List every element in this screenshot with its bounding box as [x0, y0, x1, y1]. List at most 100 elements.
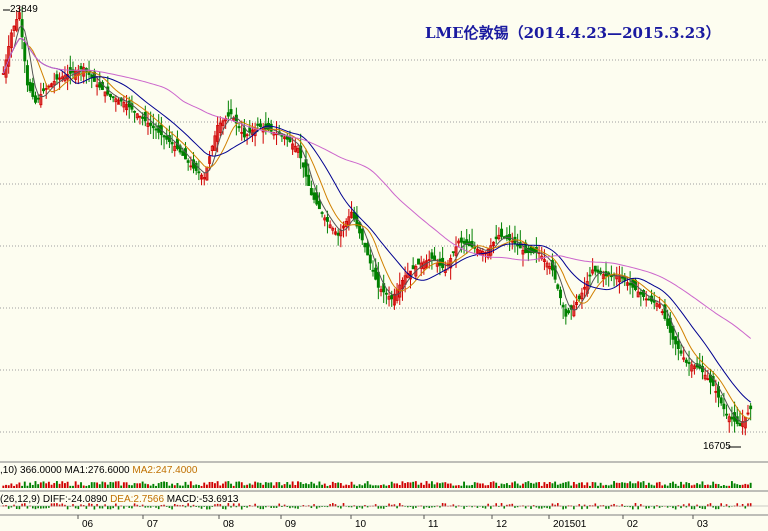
candle-body: [98, 82, 102, 88]
volume-bar: [439, 483, 441, 488]
volume-legend: ,10) 366.0000 MA1:276.6000 MA2:247.4000: [0, 465, 197, 476]
volume-bar: [653, 485, 656, 488]
volume-bar: [152, 483, 155, 488]
candle-body: [197, 171, 201, 174]
volume-bar: [114, 481, 117, 488]
candle-body: [79, 65, 83, 70]
volume-bar: [347, 485, 350, 488]
volume-bar: [484, 485, 487, 488]
volume-bar: [500, 483, 503, 488]
volume-bar: [37, 484, 40, 488]
candle-body: [229, 109, 233, 115]
macd-bar: [310, 506, 313, 509]
candle-body: [133, 110, 137, 113]
ma20-line: [2, 37, 752, 403]
macd-bar: [34, 506, 37, 510]
volume-bar: [176, 483, 179, 488]
volume-bar: [264, 482, 267, 488]
volume-bar: [112, 482, 115, 488]
candle-body: [462, 240, 466, 244]
volume-bar: [307, 484, 310, 488]
macd-bar: [262, 506, 264, 510]
volume-bar: [310, 481, 313, 488]
volume-bar: [559, 483, 562, 488]
candle-body: [679, 350, 683, 354]
volume-bar: [436, 482, 439, 488]
macd-bar: [503, 506, 506, 509]
macd-bar: [565, 506, 567, 509]
volume-bar: [117, 481, 120, 488]
volume-bar: [747, 484, 749, 488]
volume-bar: [141, 481, 144, 488]
candle-body: [360, 228, 364, 241]
volume-bar: [364, 483, 366, 488]
macd-bar: [701, 506, 704, 509]
volume-bar: [133, 483, 136, 488]
volume-bar: [155, 485, 157, 488]
volume-bar: [645, 485, 648, 488]
candle-body: [301, 162, 305, 168]
volume-bar: [69, 485, 72, 488]
candle-body: [25, 65, 29, 86]
macd-bar: [546, 506, 548, 509]
volume-bar: [61, 481, 64, 488]
volume-bar: [677, 485, 680, 488]
volume-bar: [706, 484, 709, 488]
candle-body: [620, 276, 624, 279]
volume-bar: [184, 481, 187, 488]
volume-bar: [602, 485, 605, 488]
macd-bar: [297, 506, 299, 509]
volume-bar: [2, 485, 5, 488]
candle-body: [181, 151, 185, 156]
volume-bar: [350, 481, 353, 488]
volume-bar: [733, 483, 736, 488]
candle-body: [738, 423, 742, 427]
volume-bar: [497, 485, 500, 488]
volume-bar: [728, 485, 731, 488]
volume-bar: [130, 485, 133, 488]
candle-body: [725, 413, 729, 416]
macd-bar: [98, 506, 101, 509]
candle-body: [390, 294, 394, 300]
volume-bar: [556, 484, 559, 488]
volume-bar: [53, 483, 56, 488]
candle-body: [417, 258, 420, 265]
volume-bar: [388, 485, 390, 488]
volume-bar: [441, 482, 444, 488]
volume-bar: [551, 483, 554, 488]
volume-bar: [514, 481, 516, 488]
candle-body: [749, 405, 753, 410]
candle-body: [336, 232, 340, 236]
volume-bar: [696, 483, 699, 488]
macd-bar: [380, 506, 382, 509]
volume-bar: [50, 484, 53, 488]
volume-bar: [216, 481, 219, 488]
volume-bar: [171, 483, 174, 488]
macd-bar: [690, 506, 693, 510]
candle-body: [162, 135, 166, 138]
volume-bar: [353, 484, 356, 488]
volume-bar: [613, 481, 615, 488]
candle-body: [374, 267, 378, 280]
volume-bar: [422, 484, 425, 488]
volume-bar: [749, 482, 752, 488]
ma5-line: [2, 24, 752, 423]
macd-bar: [715, 506, 717, 510]
candle-body: [109, 93, 112, 97]
candle-body: [593, 265, 597, 272]
volume-bar: [278, 482, 281, 488]
volume-bar: [463, 481, 465, 488]
volume-bar: [181, 485, 184, 488]
volume-bar: [227, 481, 230, 488]
macd-bar: [224, 506, 227, 510]
volume-bar: [80, 482, 82, 488]
volume-bar: [380, 485, 382, 488]
volume-bar: [128, 484, 131, 488]
volume-bar: [527, 481, 530, 488]
candle-body: [170, 142, 174, 145]
volume-bar: [157, 483, 160, 488]
candle-body: [567, 310, 570, 314]
volume-bar: [15, 484, 18, 488]
volume-bar: [101, 481, 104, 488]
volume-bar: [355, 485, 358, 488]
